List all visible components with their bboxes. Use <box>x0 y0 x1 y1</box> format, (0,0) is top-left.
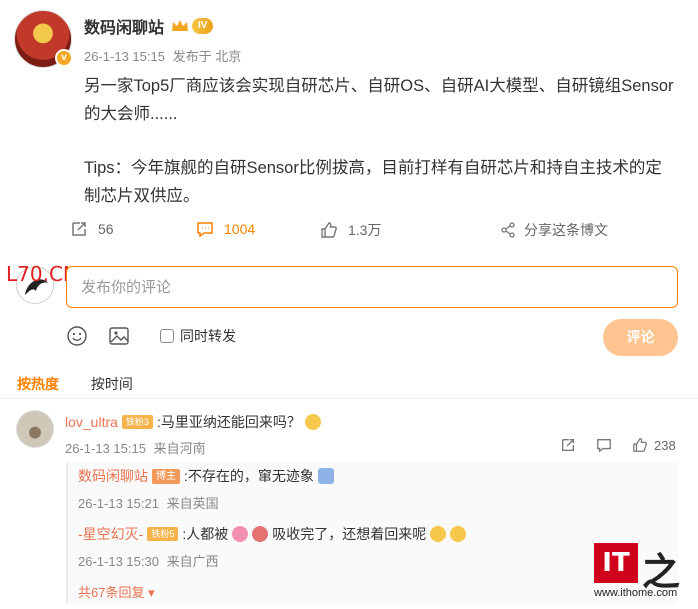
action-bar: 56 1004 1.3万 分享这条博文 <box>0 220 698 246</box>
comment-reply-icon[interactable] <box>596 437 612 453</box>
rocket-emoji-icon <box>317 468 334 484</box>
reply-list: 数码闲聊站 博主 :不存在的，窜无迹象 26-1-13 15:21 来自英国 -… <box>66 462 678 604</box>
laugh-emoji-icon <box>450 526 467 542</box>
reply-user[interactable]: 数码闲聊站 <box>78 466 148 486</box>
comment-avatar[interactable] <box>16 410 54 448</box>
author-block: 数码闲聊站 IV 26-1-13 15:15 发布于 北京 <box>84 14 245 68</box>
sort-hot-tab[interactable]: 按热度 <box>17 376 59 392</box>
post-time[interactable]: 26-1-13 15:15 <box>84 49 165 64</box>
reply-location: 来自英国 <box>166 496 219 511</box>
reply-time: 26-1-13 15:21 <box>78 496 159 511</box>
reply-item: 数码闲聊站 博主 :不存在的，窜无迹象 <box>78 466 334 486</box>
logo-mark: IT <box>594 543 638 583</box>
comment-input[interactable] <box>66 266 678 308</box>
share-label: 分享这条博文 <box>524 222 608 238</box>
comment-line: lov_ultra 铁粉3 :马里亚纳还能回来吗？ <box>65 412 321 432</box>
repost-checkbox[interactable]: 同时转发 <box>160 326 236 346</box>
repost-count: 56 <box>98 221 114 237</box>
comment-meta: 26-1-13 15:15 来自河南 <box>65 438 210 457</box>
checkbox-box[interactable] <box>160 329 174 343</box>
comment-like-icon[interactable] <box>632 437 648 453</box>
post-body: 另一家Top5厂商应该会实现自研芯片、自研OS、自研AI大模型、自研镜组Sens… <box>84 72 674 236</box>
ithome-logo: IT 之 www.ithome.com <box>594 543 688 605</box>
repost-label: 同时转发 <box>180 328 236 344</box>
post-meta: 26-1-13 15:15 发布于 北京 <box>84 46 245 65</box>
author-line: 数码闲聊站 IV <box>84 14 245 38</box>
laugh-emoji-icon <box>430 526 447 542</box>
comment-button[interactable]: 1004 <box>196 220 255 238</box>
more-replies-link[interactable]: 共67条回复 ▾ <box>78 582 155 601</box>
reply-text: :人都被 <box>182 526 229 542</box>
post-paragraph: 另一家Top5厂商应该会实现自研芯片、自研OS、自研AI大模型、自研镜组Sens… <box>84 77 674 123</box>
reply-meta: 26-1-13 15:30 来自广西 <box>78 551 223 570</box>
doge-emoji-icon <box>304 414 321 430</box>
level-badge: IV <box>192 18 214 34</box>
post-header: v 数码闲聊站 IV 26-1-13 15:15 发布于 北京 <box>14 10 245 68</box>
reply-location: 来自广西 <box>166 554 219 569</box>
submit-comment-button[interactable]: 评论 <box>603 319 678 356</box>
host-badge: 博主 <box>152 468 180 484</box>
verified-icon: v <box>55 49 73 67</box>
sort-time-tab[interactable]: 按时间 <box>91 376 133 392</box>
comment-user[interactable]: lov_ultra <box>65 414 118 430</box>
fan-badge: 铁粉3 <box>121 415 153 429</box>
repost-button[interactable]: 56 <box>70 220 114 238</box>
sushi-emoji-icon <box>252 526 269 542</box>
reply-meta: 26-1-13 15:21 来自英国 <box>78 493 223 512</box>
comment-count: 1004 <box>224 221 256 237</box>
image-icon[interactable] <box>108 325 130 347</box>
reply-text: :不存在的，窜无迹象 <box>184 468 314 484</box>
composer-tools: 同时转发 <box>66 325 236 347</box>
reply-item: -星空幻灭- 铁粉5 :人都被 吸收完了，还想着回来呢 <box>78 524 467 544</box>
repost-icon <box>72 222 86 236</box>
divider <box>0 398 698 399</box>
crown-icon <box>172 20 189 31</box>
comment-time: 26-1-13 15:15 <box>65 441 146 456</box>
comment-like-count: 238 <box>654 437 676 453</box>
like-button[interactable]: 1.3万 <box>320 220 381 240</box>
author-name[interactable]: 数码闲聊站 <box>84 14 164 38</box>
post-source: 发布于 北京 <box>172 49 242 64</box>
thumbs-up-icon <box>321 222 337 238</box>
post-paragraph: Tips：今年旗舰的自研Sensor比例拔高，目前打样有自研芯片和持自主技术的定… <box>84 159 662 205</box>
share-icon <box>501 222 515 238</box>
more-replies-label: 共67条回复 <box>78 585 145 600</box>
logo-url: www.ithome.com <box>594 587 678 599</box>
reply-user[interactable]: -星空幻灭- <box>78 524 143 544</box>
like-count: 1.3万 <box>348 222 382 238</box>
reply-time: 26-1-13 15:30 <box>78 554 159 569</box>
share-button[interactable]: 分享这条博文 <box>500 220 608 240</box>
sort-tabs: 按热度 按时间 <box>17 374 161 394</box>
emoji-icon[interactable] <box>66 325 88 347</box>
chevron-down-icon: ▾ <box>148 585 155 600</box>
flower-emoji-icon <box>232 526 249 542</box>
author-avatar[interactable]: v <box>14 10 73 68</box>
fan-badge: 铁粉5 <box>147 527 179 541</box>
comment-text: :马里亚纳还能回来吗？ <box>156 414 301 430</box>
comment-actions: 238 <box>560 437 676 453</box>
comment-repost-icon[interactable] <box>560 437 576 453</box>
comment-icon <box>197 222 213 238</box>
reply-text-rest: 吸收完了，还想着回来呢 <box>272 526 427 542</box>
comment-location: 来自河南 <box>153 441 206 456</box>
